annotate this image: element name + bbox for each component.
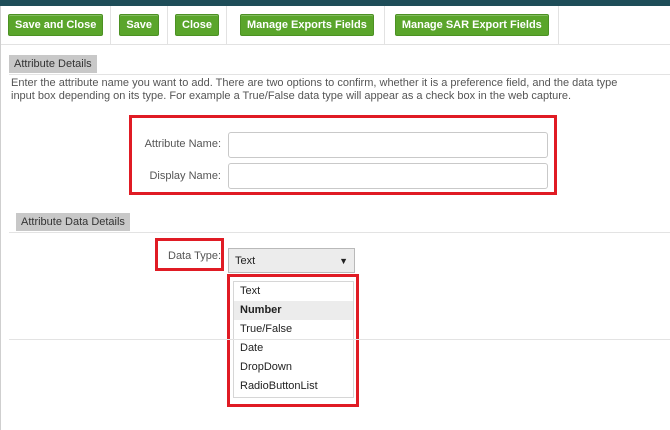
option-number[interactable]: Number xyxy=(234,301,353,320)
manage-sar-export-fields-button[interactable]: Manage SAR Export Fields xyxy=(394,14,549,36)
attribute-data-details-heading: Attribute Data Details xyxy=(16,213,130,231)
description-line-1: Enter the attribute name you want to add… xyxy=(11,77,618,89)
attribute-form-page: Save and Close Save Close Manage Exports… xyxy=(0,6,670,430)
manage-exports-fields-button[interactable]: Manage Exports Fields xyxy=(240,14,374,36)
data-type-select[interactable]: Text ▼ xyxy=(228,248,355,273)
option-dropdown[interactable]: DropDown xyxy=(234,358,353,377)
attribute-description: Enter the attribute name you want to add… xyxy=(11,77,670,103)
toolbar-cell-close: Close xyxy=(168,6,227,44)
chevron-down-icon: ▼ xyxy=(339,255,348,266)
toolbar: Save and Close Save Close Manage Exports… xyxy=(1,6,559,44)
option-date[interactable]: Date xyxy=(234,339,353,358)
option-text[interactable]: Text xyxy=(234,282,353,301)
attribute-name-input[interactable] xyxy=(228,132,548,158)
data-type-selected-value: Text xyxy=(235,254,256,267)
toolbar-cell-manage-exports: Manage Exports Fields xyxy=(227,6,385,44)
option-radiobuttonlist[interactable]: RadioButtonList xyxy=(234,377,353,396)
section-divider xyxy=(9,74,670,75)
save-and-close-button[interactable]: Save and Close xyxy=(8,14,104,36)
form-bottom-divider xyxy=(9,339,670,340)
section-divider xyxy=(9,232,670,233)
toolbar-cell-save: Save xyxy=(111,6,169,44)
save-button[interactable]: Save xyxy=(119,14,160,36)
toolbar-cell-save-close: Save and Close xyxy=(1,6,112,44)
attribute-name-label: Attribute Name: xyxy=(144,138,221,150)
toolbar-divider xyxy=(1,44,670,45)
attribute-details-heading: Attribute Details xyxy=(9,55,97,73)
option-true-false[interactable]: True/False xyxy=(234,320,353,339)
close-button[interactable]: Close xyxy=(175,14,219,36)
description-line-2: input box depending on its type. For exa… xyxy=(11,90,572,102)
display-name-label: Display Name: xyxy=(149,170,221,182)
display-name-input[interactable] xyxy=(228,163,548,189)
toolbar-cell-manage-sar: Manage SAR Export Fields xyxy=(385,6,559,44)
data-type-label: Data Type: xyxy=(168,250,221,262)
